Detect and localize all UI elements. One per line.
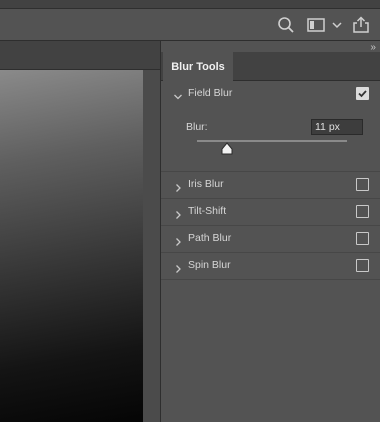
chevron-down-icon[interactable] [331,16,343,34]
chevron-down-icon[interactable] [173,89,183,100]
section-header-iris-blur[interactable]: Iris Blur [161,172,380,199]
tab-blur-tools[interactable]: Blur Tools [163,52,233,81]
chevron-right-icon[interactable] [173,234,183,246]
chevron-right-icon[interactable] [173,180,183,192]
panel-body: Field Blur Blur: 11 px Iris Blur Tilt-Sh… [161,81,380,280]
section-header-spin-blur[interactable]: Spin Blur [161,253,380,280]
title-strip [0,0,380,9]
search-icon[interactable] [276,15,296,35]
blur-tools-panel: ›› Blur Tools Field Blur Blur: 11 px Iri… [160,41,380,422]
blur-label: Blur: [186,121,208,133]
chevron-right-icon[interactable] [173,207,183,219]
blur-slider-thumb[interactable] [220,142,234,156]
screen-mode-icon[interactable] [305,15,327,35]
section-header-tilt-shift[interactable]: Tilt-Shift [161,199,380,226]
canvas-pasteboard [143,70,160,422]
field-blur-section: Field Blur Blur: [161,81,380,172]
share-icon[interactable] [350,14,372,36]
document-canvas-area [0,41,160,422]
section-label: Field Blur [188,87,233,99]
spin-blur-checkbox[interactable] [356,259,369,272]
section-label: Iris Blur [188,178,224,190]
section-header-field-blur[interactable]: Field Blur [161,81,380,107]
tilt-shift-checkbox[interactable] [356,205,369,218]
chevron-right-icon[interactable] [173,261,183,273]
section-header-path-blur[interactable]: Path Blur [161,226,380,253]
canvas-image[interactable] [0,70,143,422]
section-label: Path Blur [188,232,232,244]
field-blur-checkbox[interactable] [356,87,369,100]
blur-amount-input[interactable] [311,119,363,135]
app-window: ›› Blur Tools Field Blur Blur: 11 px Iri… [0,0,380,422]
section-label: Tilt-Shift [188,205,227,217]
section-label: Spin Blur [188,259,231,271]
path-blur-checkbox[interactable] [356,232,369,245]
panel-header: Blur Tools [161,52,380,81]
iris-blur-checkbox[interactable] [356,178,369,191]
options-toolbar [0,9,380,41]
document-tab-bar [0,41,160,70]
